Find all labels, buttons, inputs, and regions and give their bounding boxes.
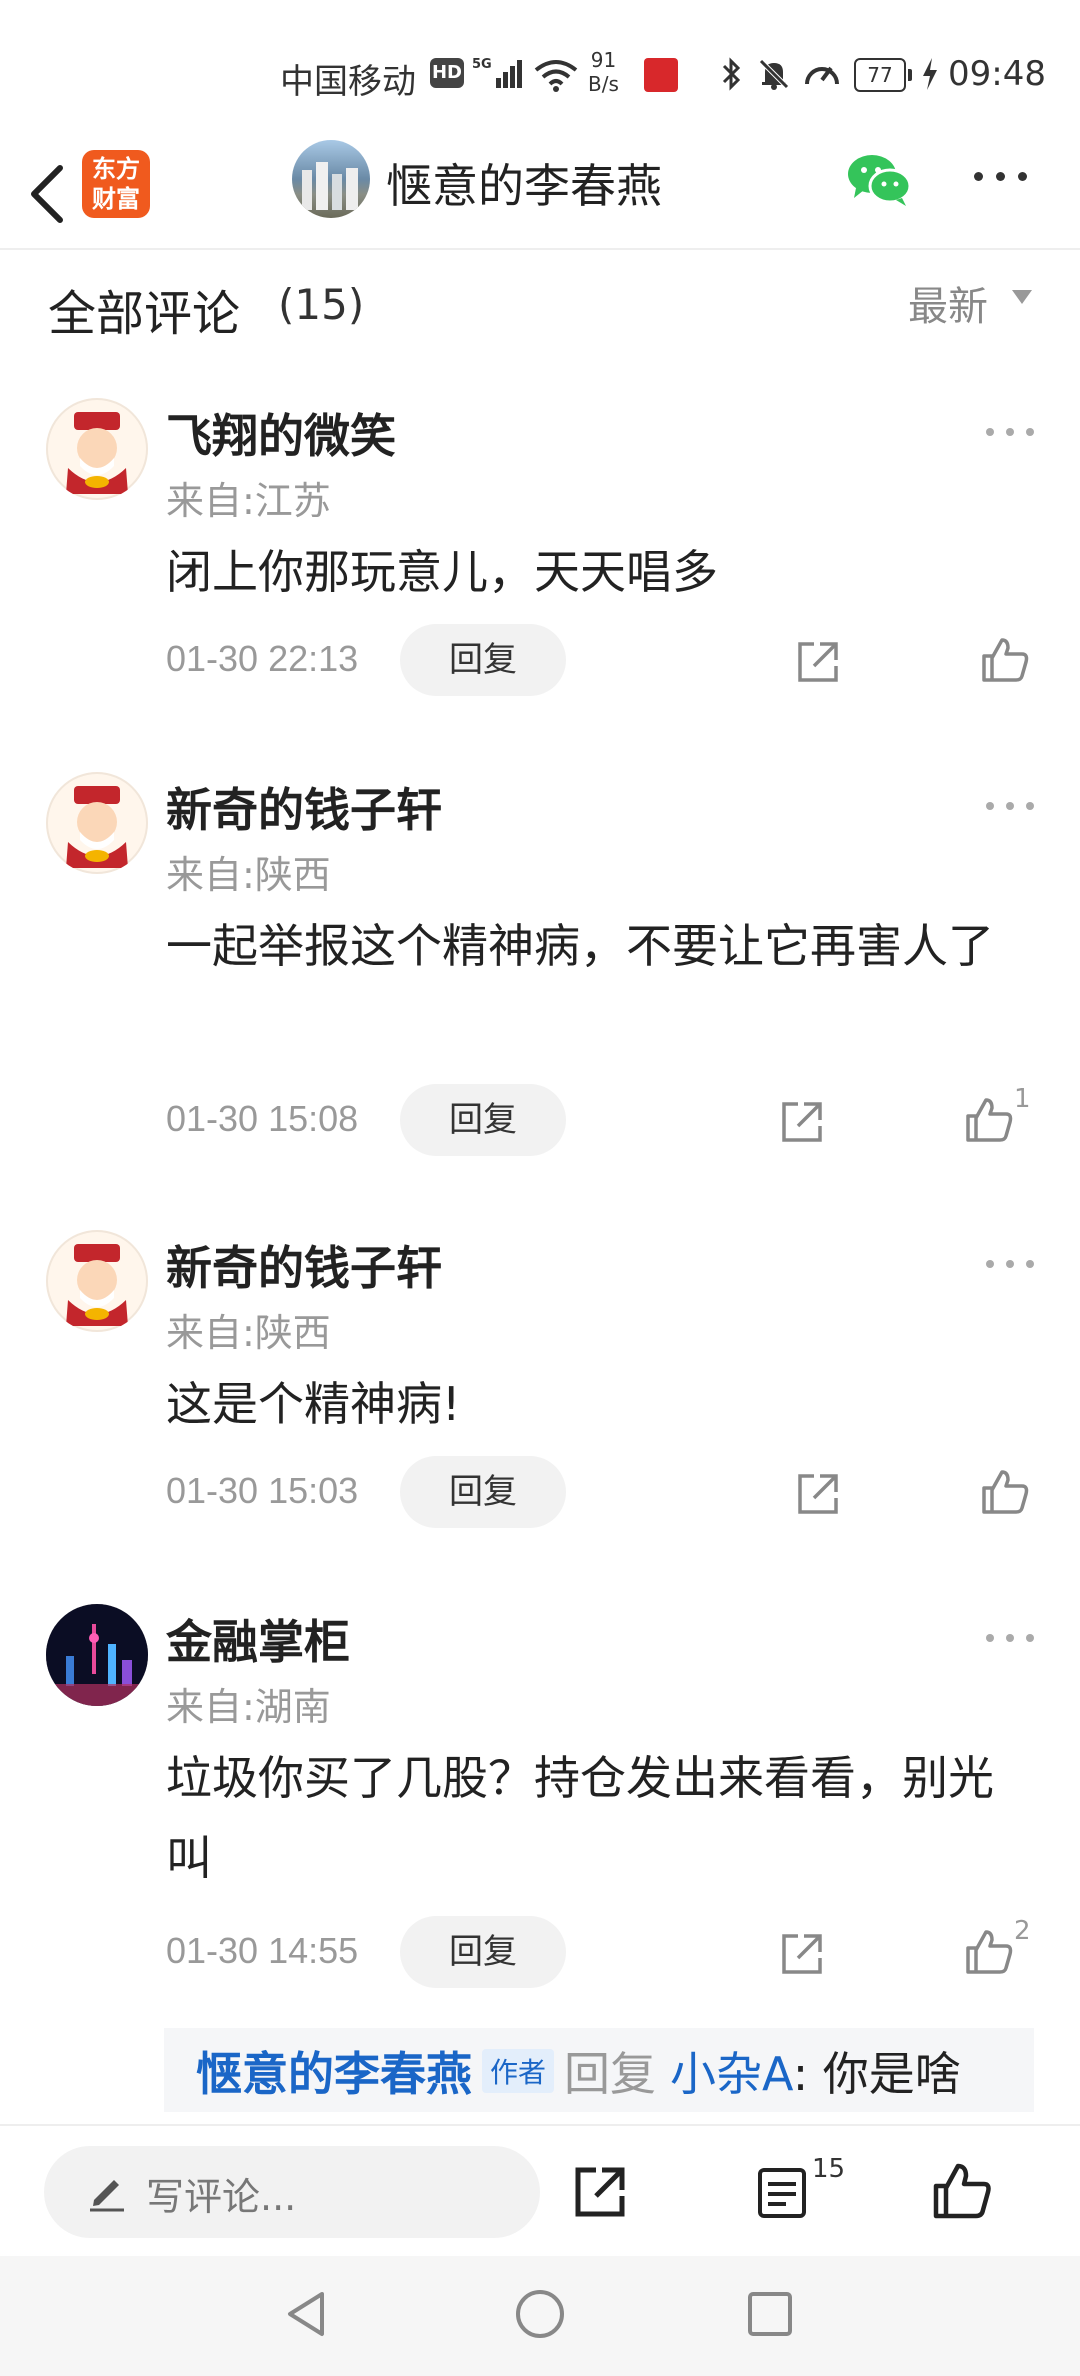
comment-placeholder: 写评论... — [146, 2175, 297, 2219]
logo-text-top: 东方 — [92, 155, 140, 183]
app-logo[interactable]: 东方 财富 — [82, 150, 150, 218]
fortune-god-avatar-icon — [66, 786, 128, 868]
bottom-action-bar: 写评论... 15 — [0, 2124, 1080, 2256]
commenter-avatar[interactable] — [46, 398, 148, 500]
comment-more-icon[interactable] — [986, 798, 1036, 818]
author-tag-badge: 作者 — [482, 2049, 555, 2093]
comment-text: 闭上你那玩意儿，天天唱多 — [166, 545, 718, 599]
like-icon[interactable] — [978, 1464, 1032, 1518]
comments-count: (15) — [278, 280, 365, 329]
commenter-name[interactable]: 飞翔的微笑 — [166, 400, 396, 466]
net-gen-label: 5G — [472, 57, 492, 72]
comment-time: 01-30 15:03 — [166, 1470, 359, 1511]
like-count: 1 — [1014, 1084, 1031, 1114]
comments-list-icon[interactable] — [754, 2164, 810, 2220]
commenter-location: 来自:江苏 — [166, 479, 331, 523]
comment-more-icon[interactable] — [986, 1630, 1036, 1650]
system-navigation-bar — [0, 2256, 1080, 2376]
battery-indicator: 77 — [854, 58, 912, 92]
wechat-icon[interactable] — [846, 152, 912, 208]
signal-icon: 5G — [472, 57, 522, 88]
share-icon[interactable] — [570, 2162, 630, 2222]
reply-text: : 你是啥 — [792, 2047, 961, 2101]
clock: 09:48 — [948, 54, 1046, 94]
reply-button[interactable]: 回复 — [400, 1084, 566, 1156]
charging-icon — [923, 58, 937, 90]
share-icon[interactable] — [792, 636, 844, 688]
bluetooth-icon — [722, 57, 741, 91]
comment-count-badge: 15 — [812, 2154, 846, 2184]
app-notification-icon — [644, 58, 678, 92]
carrier-label: 中国移动 — [280, 62, 416, 102]
back-icon[interactable] — [20, 154, 76, 234]
comments-section-header: 全部评论 (15) 最新 — [0, 250, 1080, 370]
commenter-name[interactable]: 金融掌柜 — [166, 1606, 350, 1672]
fortune-god-avatar-icon — [66, 1244, 128, 1326]
commenter-location: 来自:陕西 — [166, 1311, 331, 1355]
city-photo-icon — [302, 162, 358, 210]
comment-meta-row: 01-30 14:55 回复 2 — [0, 1916, 1080, 1990]
reply-button[interactable]: 回复 — [400, 1916, 566, 1988]
comment-meta-row: 01-30 22:13 回复 — [0, 624, 1080, 698]
nested-reply-line: 惬意的李春燕 作者 回复 小杂A: 你是啥 — [196, 2038, 961, 2104]
nav-recents-icon[interactable] — [744, 2288, 796, 2340]
status-bar: 中国移动 HD 5G 91 B/s 77 09:48 — [0, 0, 1080, 140]
like-count: 2 — [1014, 1916, 1031, 1946]
comment-text: 这是个精神病! — [166, 1377, 461, 1431]
commenter-name[interactable]: 新奇的钱子轩 — [166, 1232, 442, 1298]
comment-more-icon[interactable] — [986, 1256, 1036, 1276]
commenter-avatar[interactable] — [46, 1604, 148, 1706]
share-icon[interactable] — [776, 1928, 828, 1980]
nav-back-icon[interactable] — [280, 2286, 336, 2342]
rate-value: 91 — [590, 48, 617, 72]
fortune-god-avatar-icon — [66, 412, 128, 494]
city-night-avatar-icon — [46, 1604, 148, 1706]
comments-title: 全部评论 — [48, 286, 241, 342]
reply-button[interactable]: 回复 — [400, 1456, 566, 1528]
more-options-icon[interactable] — [968, 158, 1038, 198]
mute-bell-icon — [759, 59, 789, 90]
author-avatar[interactable] — [292, 140, 370, 218]
comment-time: 01-30 14:55 — [166, 1930, 359, 1971]
wifi-icon — [534, 60, 578, 92]
speed-icon — [805, 66, 839, 85]
comment-meta-row: 01-30 15:03 回复 — [0, 1456, 1080, 1530]
nested-reply[interactable]: 惬意的李春燕 作者 回复 小杂A: 你是啥 — [164, 2028, 1034, 2112]
nav-home-icon[interactable] — [512, 2286, 568, 2342]
comment-time: 01-30 15:08 — [166, 1098, 359, 1139]
comment-text: 垃圾你买了几股？持仓发出来看看，别光叫 — [166, 1751, 994, 1885]
like-icon[interactable] — [962, 1924, 1016, 1978]
hd-badge: HD — [430, 58, 464, 88]
like-icon[interactable] — [930, 2158, 994, 2222]
commenter-avatar[interactable] — [46, 1230, 148, 1332]
caret-down-icon[interactable] — [1012, 290, 1032, 304]
pencil-icon — [90, 2180, 124, 2212]
logo-text-bottom: 财富 — [92, 185, 140, 213]
comment-meta-row: 01-30 15:08 回复 1 — [0, 1084, 1080, 1158]
reply-action-label: 回复 — [564, 2047, 657, 2101]
sort-dropdown[interactable]: 最新 — [908, 274, 988, 332]
share-icon[interactable] — [776, 1096, 828, 1148]
comment-input[interactable]: 写评论... — [44, 2146, 540, 2238]
reply-author[interactable]: 惬意的李春燕 — [196, 2047, 472, 2101]
like-icon[interactable] — [978, 632, 1032, 686]
reply-target[interactable]: 小杂A — [670, 2047, 793, 2101]
rate-unit: B/s — [588, 72, 619, 96]
top-header: 东方 财富 惬意的李春燕 — [0, 140, 1080, 250]
comment-time: 01-30 22:13 — [166, 638, 359, 679]
like-icon[interactable] — [962, 1092, 1016, 1146]
commenter-name[interactable]: 新奇的钱子轩 — [166, 774, 442, 840]
reply-button[interactable]: 回复 — [400, 624, 566, 696]
comment-more-icon[interactable] — [986, 424, 1036, 444]
author-name-title[interactable]: 惬意的李春燕 — [386, 150, 662, 216]
network-rate: 91 B/s — [588, 48, 619, 96]
share-icon[interactable] — [792, 1468, 844, 1520]
commenter-location: 来自:湖南 — [166, 1685, 331, 1729]
commenter-avatar[interactable] — [46, 772, 148, 874]
commenter-location: 来自:陕西 — [166, 853, 331, 897]
comment-text: 一起举报这个精神病，不要让它再害人了 — [166, 919, 994, 973]
